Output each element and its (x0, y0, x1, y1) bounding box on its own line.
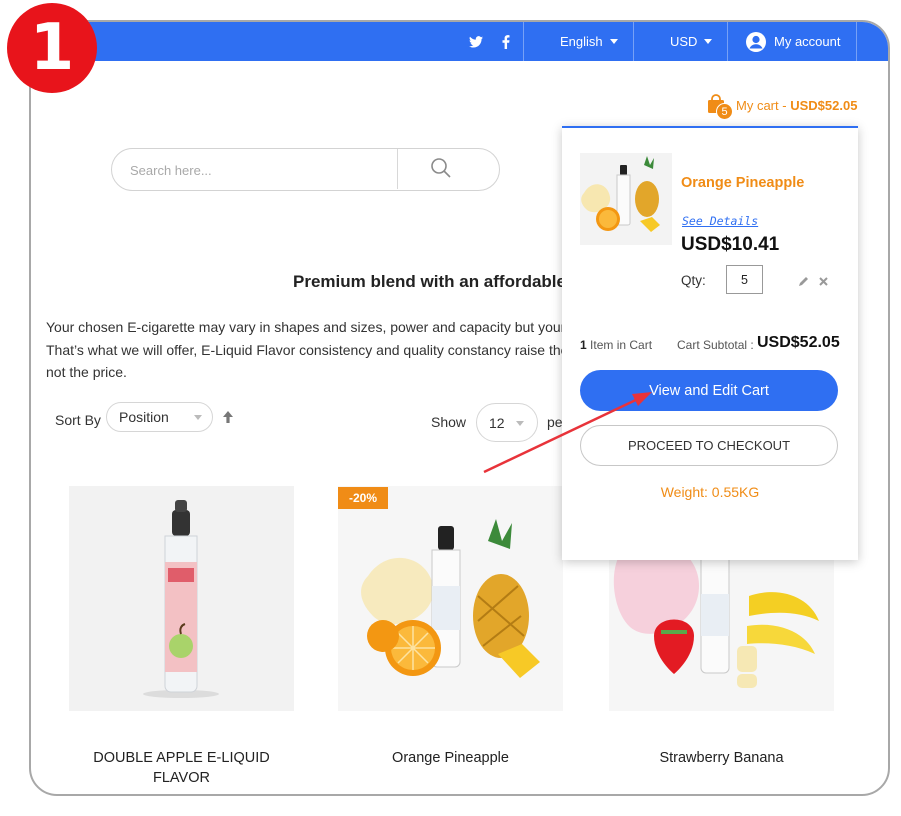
product-card[interactable]: Orange Pineapple (338, 486, 563, 768)
step-number-badge: 1 (7, 3, 97, 93)
proceed-to-checkout-button[interactable]: PROCEED TO CHECKOUT (580, 425, 838, 466)
items-count: 1 (580, 338, 587, 352)
sort-by-select[interactable]: Position (106, 402, 213, 432)
chevron-down-icon (194, 415, 202, 420)
currency-label: USD (670, 34, 698, 49)
top-bar: English USD My account (31, 22, 888, 61)
cart-weight: Weight: 0.55KG (660, 484, 760, 500)
chevron-down-icon (609, 39, 618, 44)
show-label: Show (431, 414, 467, 430)
cart-item-image[interactable] (580, 153, 672, 245)
qty-value: 5 (741, 272, 748, 287)
search-icon[interactable] (430, 157, 452, 184)
view-edit-cart-button[interactable]: View and Edit Cart (580, 370, 838, 411)
items-label: Item in Cart (590, 338, 653, 352)
twitter-icon[interactable] (469, 22, 483, 61)
subtotal-value: USD$52.05 (757, 334, 840, 351)
see-details-link[interactable]: See Details (682, 214, 758, 228)
qty-input[interactable]: 5 (726, 265, 763, 294)
product-name[interactable]: Strawberry Banana (609, 748, 834, 768)
topbar-divider (633, 22, 634, 61)
subtotal-label: Cart Subtotal : (677, 338, 754, 352)
search-input[interactable] (130, 159, 390, 181)
sort-by-value: Position (119, 409, 169, 425)
topbar-divider (856, 22, 857, 61)
user-icon (746, 31, 766, 52)
my-account-link[interactable]: My account (745, 22, 840, 61)
product-image[interactable] (338, 486, 563, 711)
language-selector[interactable]: English (560, 22, 618, 61)
items-in-cart: 1 Item in Cart (580, 338, 652, 352)
sort-direction-icon[interactable] (221, 410, 235, 429)
mini-cart-dropdown: Orange Pineapple See Details USD$10.41 Q… (562, 126, 858, 560)
chevron-down-icon (516, 421, 524, 426)
limiter-value: 12 (489, 414, 505, 431)
cart-item-price: USD$10.41 (681, 234, 780, 255)
discount-badge: -20% (338, 487, 388, 509)
cart-total: USD$52.05 (790, 97, 858, 113)
close-icon[interactable] (818, 274, 829, 292)
search-divider (397, 149, 398, 189)
chevron-down-icon (704, 39, 713, 44)
limiter-select[interactable]: 12 (476, 403, 538, 442)
sort-by-label: Sort By (55, 412, 101, 428)
my-account-label: My account (774, 34, 841, 49)
language-label: English (560, 34, 603, 49)
product-name[interactable]: DOUBLE APPLE E-LIQUID FLAVOR (69, 748, 294, 788)
shopping-bag-icon: 5 (706, 94, 733, 120)
cart-item-name[interactable]: Orange Pineapple (681, 175, 804, 191)
pencil-icon[interactable] (798, 274, 810, 292)
search-box (111, 148, 500, 191)
cart-count-badge: 5 (716, 103, 733, 120)
cart-separator: - (782, 97, 787, 113)
facebook-icon[interactable] (502, 22, 510, 61)
product-name[interactable]: Orange Pineapple (338, 748, 563, 768)
mini-cart-link[interactable]: 5 My cart - USD$52.05 (706, 94, 858, 120)
topbar-divider (727, 22, 728, 61)
topbar-divider (523, 22, 524, 61)
page-heading: Premium blend with an affordable (293, 272, 566, 291)
browser-frame: English USD My account 5 My cart - USD$5… (29, 20, 890, 796)
qty-label: Qty: (681, 273, 706, 288)
currency-selector[interactable]: USD (670, 22, 713, 61)
page-description: Your chosen E-cigarette may vary in shap… (46, 319, 638, 380)
product-image[interactable] (69, 486, 294, 711)
cart-label: My cart (736, 97, 779, 113)
per-page-label: pe (547, 414, 563, 430)
product-card[interactable]: DOUBLE APPLE E-LIQUID FLAVOR (69, 486, 294, 788)
